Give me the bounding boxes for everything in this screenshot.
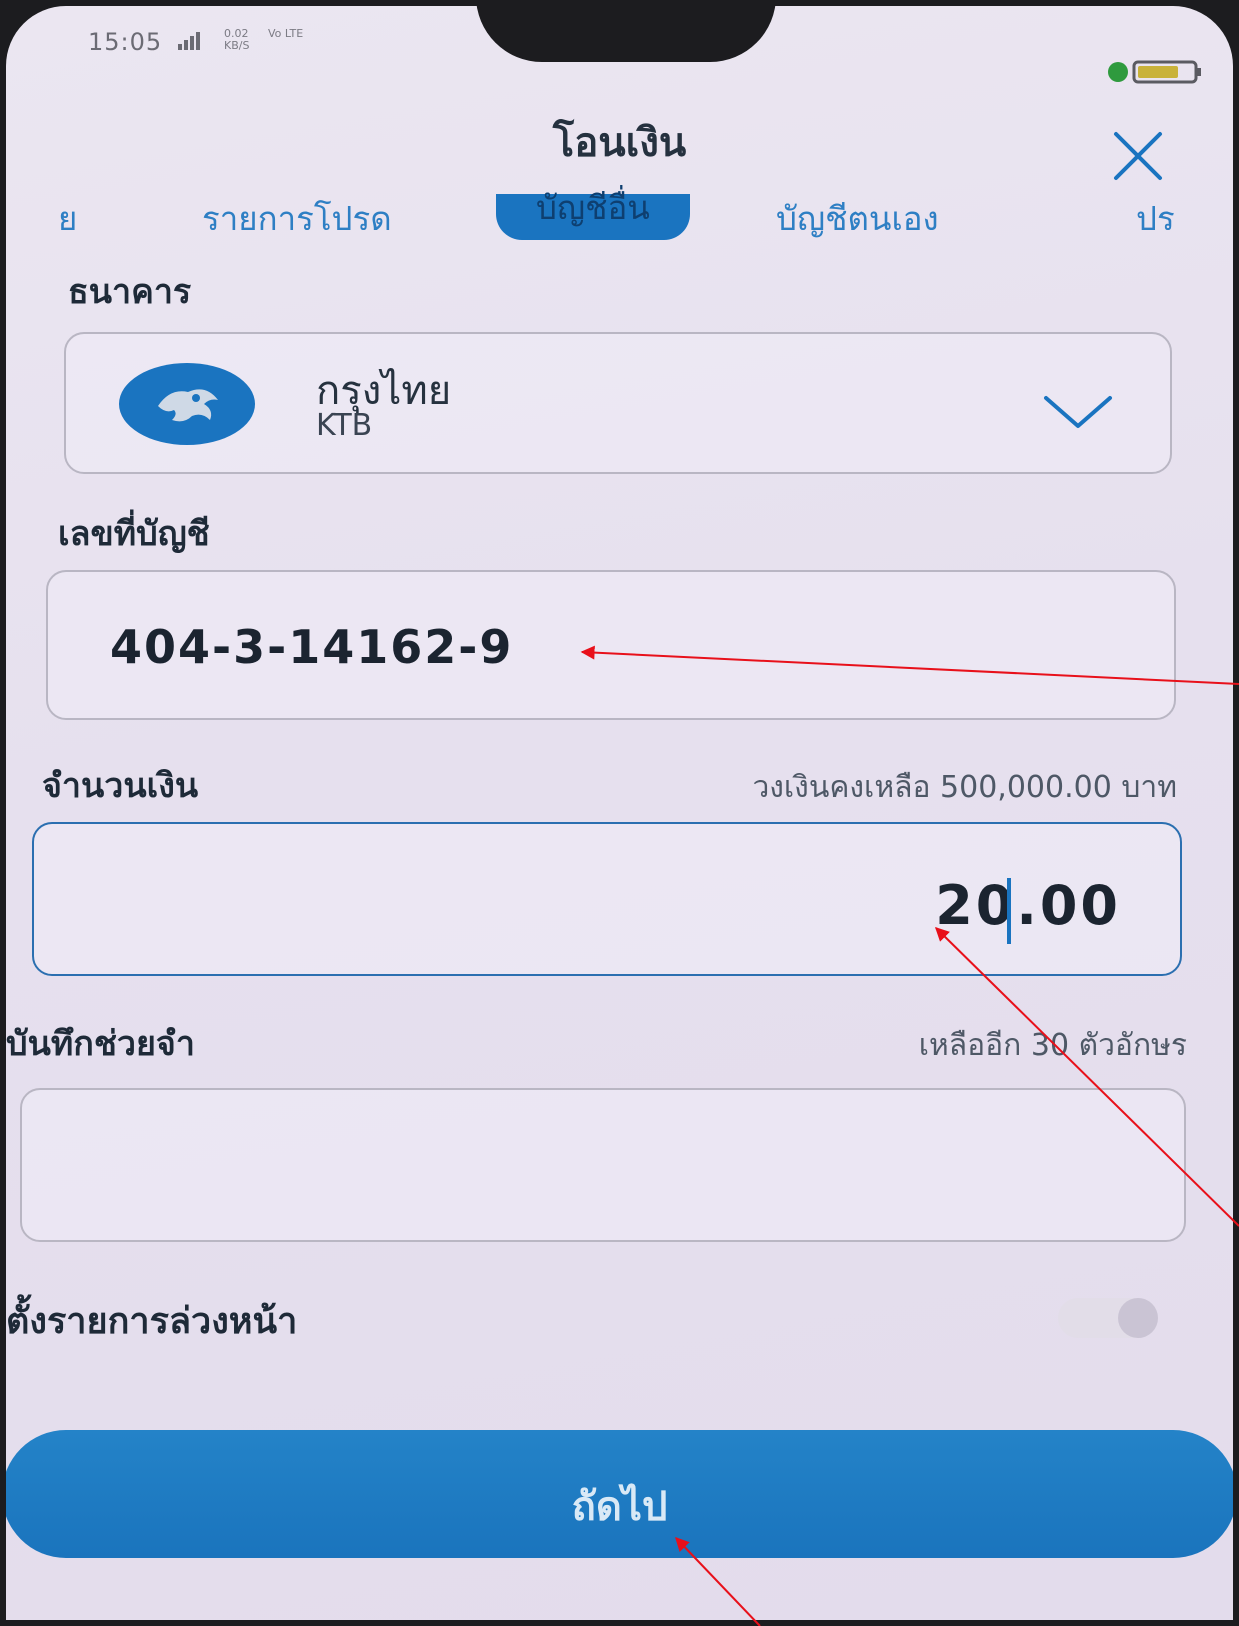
text-caret — [1007, 878, 1011, 944]
remaining-limit-text: วงเงินคงเหลือ 500,000.00 บาท — [752, 770, 1177, 805]
camera-notch — [476, 6, 776, 62]
memo-input[interactable] — [20, 1088, 1186, 1242]
chevron-down-icon[interactable] — [1040, 390, 1116, 434]
app-screen: 15:05 0.02 KB/S Vo LTE โอนเงิน ย รายการโ… — [6, 6, 1233, 1620]
tab-own-account[interactable]: บัญชีตนเอง — [776, 194, 939, 244]
status-time: 15:05 — [88, 28, 163, 56]
amount-label: จำนวนเงิน — [42, 766, 199, 806]
transfer-tabs: ย รายการโปรด บัญชีอื่น บัญชีตนเอง ปร — [6, 191, 1233, 250]
tab-partial-left[interactable]: ย — [58, 194, 77, 244]
bank-code: KTB — [316, 408, 373, 443]
memo-label: บันทึกช่วยจำ — [6, 1024, 195, 1064]
schedule-toggle[interactable] — [1056, 1292, 1166, 1344]
network-speed: 0.02 KB/S — [224, 27, 250, 52]
next-button-label: ถัดไป — [571, 1484, 668, 1530]
signal-icon — [178, 32, 200, 50]
memo-remaining-text: เหลืออีก 30 ตัวอักษร — [918, 1028, 1187, 1063]
close-icon[interactable] — [1106, 124, 1170, 188]
tab-other-account[interactable]: บัญชีอื่น — [496, 191, 690, 240]
account-number-label: เลขที่บัญชี — [58, 514, 210, 554]
page-title: โอนเงิน — [552, 120, 687, 166]
tab-partial-right[interactable]: ปร — [1136, 194, 1175, 244]
ktb-logo-icon — [119, 363, 255, 445]
volte-indicator: Vo LTE — [268, 27, 304, 40]
battery-icon — [1108, 60, 1201, 84]
account-number-value: 404-3-14162-9 — [110, 620, 514, 674]
amount-value: 20.00 — [935, 874, 1121, 937]
tab-favorites[interactable]: รายการโปรด — [202, 194, 392, 244]
schedule-label: ตั้งรายการล่วงหน้า — [6, 1301, 298, 1342]
bank-label: ธนาคาร — [68, 272, 192, 312]
next-button[interactable]: ถัดไป — [6, 1430, 1233, 1558]
